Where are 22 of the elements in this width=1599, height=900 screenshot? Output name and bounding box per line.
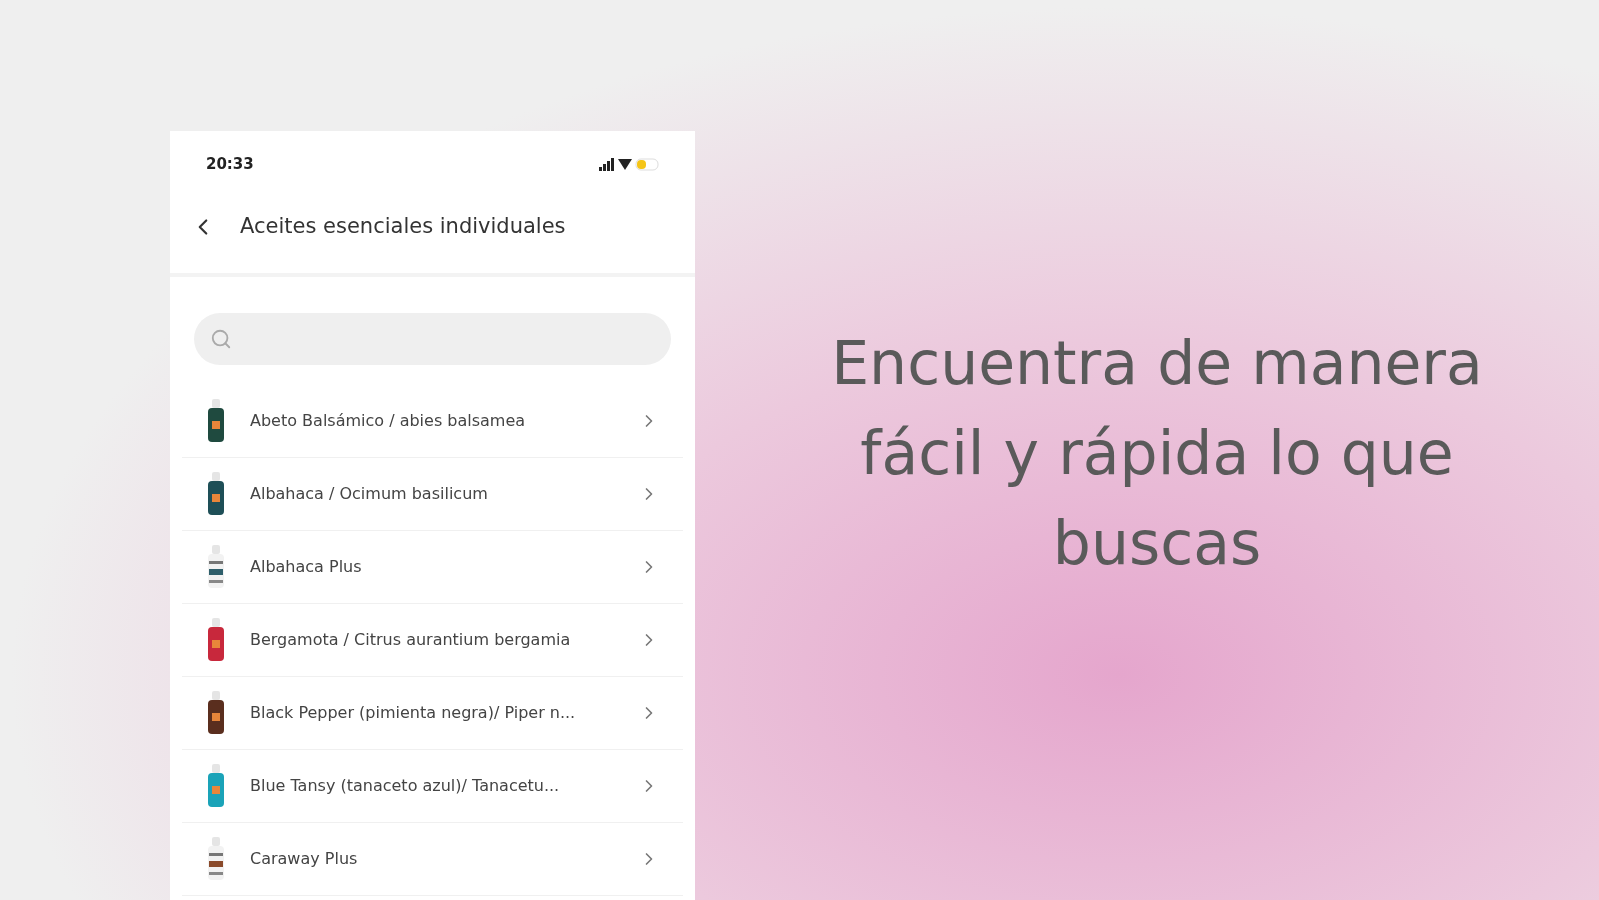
status-icons (599, 156, 659, 172)
item-name: Bergamota / Citrus aurantium bergamia (250, 629, 572, 651)
search-field[interactable] (194, 313, 671, 365)
page-title: Aceites esenciales individuales (240, 213, 566, 241)
item-name: Black Pepper (pimienta negra)/ Piper n... (250, 702, 577, 724)
search-icon (210, 328, 232, 350)
list-item[interactable]: Albahaca Plus (182, 531, 683, 604)
item-name: Abeto Balsámico / abies balsamea (250, 410, 527, 432)
item-name: Blue Tansy (tanaceto azul)/ Tanacetu... (250, 775, 561, 797)
list-item[interactable]: Black Pepper (pimienta negra)/ Piper n... (182, 677, 683, 750)
list-item[interactable]: Bergamota / Citrus aurantium bergamia (182, 604, 683, 677)
item-name: Caraway Plus (250, 848, 359, 870)
list-item[interactable]: Albahaca / Ocimum basilicum (182, 458, 683, 531)
item-name: Albahaca / Ocimum basilicum (250, 483, 489, 505)
item-name: Albahaca Plus (250, 556, 363, 578)
status-time: 20:33 (206, 153, 254, 175)
headline: Encuentra de manera fácil y rápida lo que buscas (830, 327, 1484, 580)
bottle-icon (206, 545, 226, 589)
list-item[interactable]: Abeto Balsámico / abies balsamea (182, 385, 683, 458)
list-item[interactable]: Blue Tansy (tanaceto azul)/ Tanacetu... (182, 750, 683, 823)
bottle-icon (206, 837, 226, 881)
list-item[interactable]: Caraway Plus (182, 823, 683, 896)
